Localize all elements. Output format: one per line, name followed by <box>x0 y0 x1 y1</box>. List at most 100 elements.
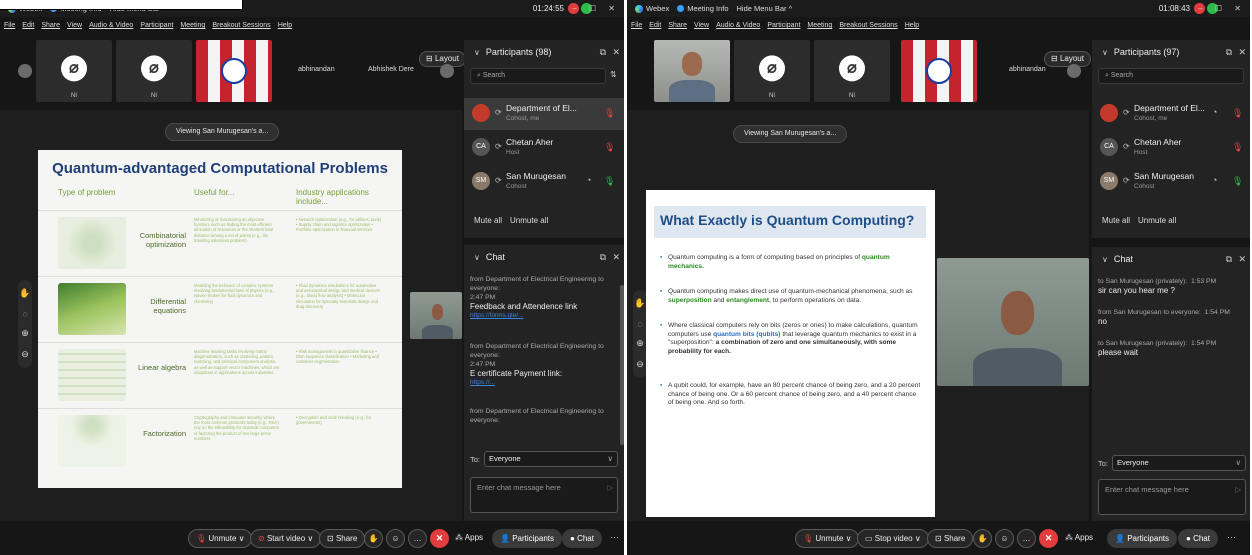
popout-icon[interactable]: ⧉ <box>1226 254 1232 265</box>
more-icon[interactable]: ··· <box>610 532 619 542</box>
zoom-in-icon[interactable]: ⊕ <box>636 338 644 349</box>
menu-edit[interactable]: Edit <box>22 22 34 29</box>
video-tile[interactable]: ⌀ NI <box>814 40 890 102</box>
strip-next-button[interactable] <box>1067 64 1081 78</box>
start-video-button[interactable]: ⊘ Start video ∨ <box>250 529 322 548</box>
menu-participant[interactable]: Participant <box>767 22 800 29</box>
zoom-out-icon[interactable]: ⊖ <box>636 359 644 370</box>
menu-audio-video[interactable]: Audio & Video <box>716 22 760 29</box>
leave-meeting-button[interactable]: ✕ <box>430 529 449 548</box>
participant-search-input[interactable]: ⌕ Search <box>1098 68 1244 84</box>
participant-row[interactable]: CA ⟳ Chetan Aher Host 🎙 <box>464 132 624 164</box>
mic-on-icon[interactable]: 🎙 <box>1232 176 1243 187</box>
close-icon[interactable]: ✕ <box>612 47 620 58</box>
share-button[interactable]: ⊡ Share <box>319 529 366 548</box>
popout-icon[interactable]: ⧉ <box>600 252 606 263</box>
menu-breakout-sessions[interactable]: Breakout Sessions <box>839 22 897 29</box>
video-tile-banner[interactable] <box>901 40 977 102</box>
video-tile-banner[interactable] <box>196 40 272 102</box>
menu-breakout-sessions[interactable]: Breakout Sessions <box>212 22 270 29</box>
leave-meeting-button[interactable]: ✕ <box>1039 529 1058 548</box>
participant-row[interactable]: CA ⟳ Chetan Aher Host 🎙 <box>1092 132 1250 164</box>
apps-button[interactable]: ⁂ Apps <box>1065 533 1093 542</box>
unmute-button[interactable]: 🎙 Unmute ∨ <box>795 529 860 548</box>
viewing-label[interactable]: Viewing San Murugesan's a... <box>733 125 848 143</box>
unmute-all-button[interactable]: Unmute all <box>1138 216 1176 225</box>
menu-help[interactable]: Help <box>905 22 919 29</box>
strip-next-button[interactable] <box>440 64 454 78</box>
popout-icon[interactable]: ⧉ <box>600 47 606 58</box>
layout-button[interactable]: ⊟ Layout <box>1044 51 1091 67</box>
chat-button[interactable]: ● Chat <box>1178 529 1218 548</box>
mic-muted-icon[interactable]: 🎙 <box>604 108 615 119</box>
popout-icon[interactable]: ⧉ <box>1226 47 1232 58</box>
chat-input[interactable]: Enter chat message here ▷ <box>470 477 618 513</box>
menu-audio-video[interactable]: Audio & Video <box>89 22 133 29</box>
participant-row[interactable]: SM ⟳ San Murugesan Cohost ◔ 🎙 <box>464 166 624 198</box>
hand-icon[interactable]: ✋ <box>19 288 30 299</box>
more-options-button[interactable]: … <box>408 529 427 548</box>
unmute-all-button[interactable]: Unmute all <box>510 216 548 225</box>
stop-video-button[interactable]: ▭ Stop video ∨ <box>857 529 929 548</box>
video-tile[interactable]: ⌀ NI <box>116 40 192 102</box>
send-icon[interactable]: ▷ <box>1235 485 1241 494</box>
mic-muted-icon[interactable]: 🎙 <box>1232 108 1243 119</box>
more-options-button[interactable]: … <box>1017 529 1036 548</box>
mic-on-icon[interactable]: 🎙 <box>604 176 615 187</box>
viewing-label[interactable]: Viewing San Murugesan's a... <box>165 123 280 141</box>
reactions-button[interactable]: ☺ <box>386 529 405 548</box>
close-icon[interactable]: ✕ <box>1238 47 1246 58</box>
mic-muted-icon[interactable]: 🎙 <box>1232 142 1243 153</box>
recipient-select[interactable]: Everyone ∨ <box>484 451 618 467</box>
participants-button[interactable]: 👤 Participants <box>1107 529 1177 548</box>
video-tile[interactable]: ⌀ NI <box>36 40 112 102</box>
unmute-button[interactable]: 🎙 Unmute ∨ <box>188 529 253 548</box>
chevron-down-icon[interactable]: ∨ <box>474 253 480 262</box>
webex-app-menu[interactable]: Webex <box>635 4 669 13</box>
speaker-video[interactable] <box>410 292 462 339</box>
message-link[interactable]: https://forms.gle/... <box>470 312 616 320</box>
menu-view[interactable]: View <box>67 22 82 29</box>
apps-button[interactable]: ⁂ Apps <box>455 533 483 542</box>
mute-all-button[interactable]: Mute all <box>1102 216 1130 225</box>
window-controls[interactable]: – ☐ ✕ <box>1198 4 1246 13</box>
video-tile-person[interactable] <box>654 40 730 102</box>
close-icon[interactable]: ✕ <box>1238 254 1246 265</box>
chat-scrollbar[interactable] <box>620 285 624 445</box>
send-icon[interactable]: ▷ <box>607 483 613 492</box>
zoom-out-icon[interactable]: ⊖ <box>21 349 29 360</box>
menu-view[interactable]: View <box>694 22 709 29</box>
menu-share[interactable]: Share <box>41 22 60 29</box>
chevron-down-icon[interactable]: ∨ <box>1102 48 1108 57</box>
more-icon[interactable]: ··· <box>1227 532 1236 542</box>
chat-button[interactable]: ● Chat <box>562 529 602 548</box>
menu-meeting[interactable]: Meeting <box>180 22 205 29</box>
sort-icon[interactable]: ⇅ <box>610 70 617 79</box>
recipient-select[interactable]: Everyone ∨ <box>1112 455 1246 471</box>
meeting-info-button[interactable]: Meeting Info <box>677 4 729 13</box>
reactions-button[interactable]: ☺ <box>995 529 1014 548</box>
menu-file[interactable]: File <box>4 22 15 29</box>
participant-row[interactable]: ⟳ Department of El... Cohost, me 🎙 <box>464 98 624 130</box>
hand-icon[interactable]: ✋ <box>634 298 645 309</box>
participant-row[interactable]: ⟳ Department of El... Cohost, me ◔ 🎙 <box>1092 98 1250 130</box>
raise-hand-button[interactable]: ✋ <box>364 529 383 548</box>
participant-search-input[interactable]: ⌕ Search <box>470 68 606 84</box>
window-controls[interactable]: – ☐ ✕ <box>572 4 620 13</box>
pointer-icon[interactable]: ◌ <box>22 309 27 319</box>
chat-input[interactable]: Enter chat message here ▷ <box>1098 479 1246 515</box>
share-button[interactable]: ⊡ Share <box>927 529 974 548</box>
menu-meeting[interactable]: Meeting <box>807 22 832 29</box>
participant-row[interactable]: SM ⟳ San Murugesan Cohost ◔ 🎙 <box>1092 166 1250 198</box>
zoom-in-icon[interactable]: ⊕ <box>21 328 29 339</box>
strip-prev-button[interactable] <box>18 64 32 78</box>
menu-file[interactable]: File <box>631 22 642 29</box>
message-link[interactable]: https://... <box>470 379 616 387</box>
mic-muted-icon[interactable]: 🎙 <box>604 142 615 153</box>
chevron-down-icon[interactable]: ∨ <box>474 48 480 57</box>
mute-all-button[interactable]: Mute all <box>474 216 502 225</box>
menu-help[interactable]: Help <box>278 22 292 29</box>
menu-participant[interactable]: Participant <box>140 22 173 29</box>
pointer-icon[interactable]: ◌ <box>637 319 642 329</box>
menu-edit[interactable]: Edit <box>649 22 661 29</box>
